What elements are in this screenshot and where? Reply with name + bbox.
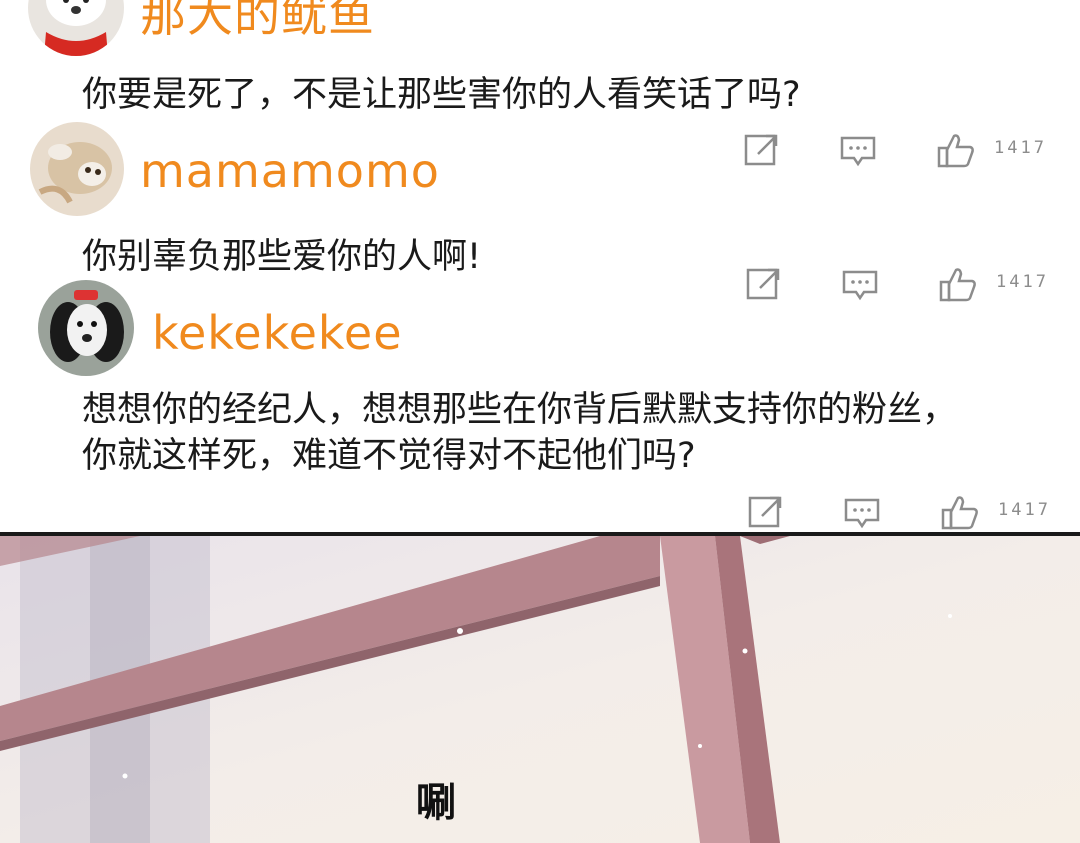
avatar[interactable] <box>28 0 124 56</box>
username[interactable]: 那大的鱿鱼 <box>140 0 375 38</box>
comment-actions: 1417 <box>744 490 1064 534</box>
comment-text: 你别辜负那些爱你的人啊! <box>82 234 481 280</box>
comment-line: 你要是死了，不是让那些害你的人看笑话了吗? <box>82 75 801 115</box>
sound-effect-text: 唰 <box>416 780 456 826</box>
share-icon[interactable] <box>742 262 786 306</box>
username[interactable]: mamamomo <box>140 148 440 194</box>
like-count: 1417 <box>998 500 1051 520</box>
comment-icon[interactable] <box>840 490 884 534</box>
comment-text: 你要是死了，不是让那些害你的人看笑话了吗? <box>82 72 801 118</box>
thumbs-up-icon[interactable] <box>934 128 978 172</box>
like-count: 1417 <box>996 272 1049 292</box>
thumbs-up-icon[interactable] <box>938 490 982 534</box>
comment-actions: 1417 <box>742 262 1062 306</box>
comic-panel-window-scene <box>0 536 1080 843</box>
username[interactable]: kekekekee <box>152 310 403 356</box>
comment-line: 你就这样死，难道不觉得对不起他们吗? <box>82 436 696 476</box>
avatar[interactable] <box>30 122 124 216</box>
like-count: 1417 <box>994 138 1047 158</box>
comment-line: 想想你的经纪人，想想那些在你背后默默支持你的粉丝， <box>82 390 958 430</box>
comment-actions: 1417 <box>740 128 1060 172</box>
thumbs-up-icon[interactable] <box>936 262 980 306</box>
comment-icon[interactable] <box>836 128 880 172</box>
comment-list: 那大的鱿鱼 你要是死了，不是让那些害你的人看笑话了吗? 1417 mamamom… <box>0 0 1080 534</box>
avatar[interactable] <box>38 280 134 376</box>
comment-text: 想想你的经纪人，想想那些在你背后默默支持你的粉丝， 你就这样死，难道不觉得对不起… <box>82 387 957 479</box>
comment-icon[interactable] <box>838 262 882 306</box>
comment-line: 你别辜负那些爱你的人啊! <box>82 237 482 277</box>
share-icon[interactable] <box>744 490 788 534</box>
share-icon[interactable] <box>740 128 784 172</box>
